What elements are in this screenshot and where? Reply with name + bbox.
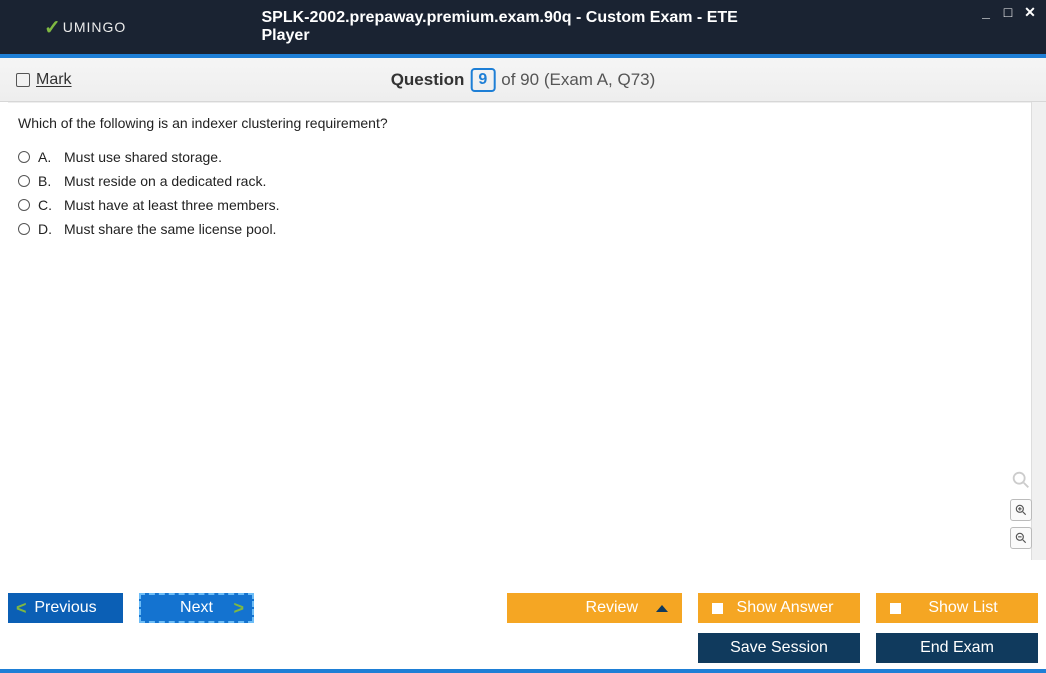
radio-icon[interactable] <box>18 151 30 163</box>
answer-letter: B. <box>38 173 56 189</box>
title-bar: ✓ UMINGO SPLK-2002.prepaway.premium.exam… <box>0 0 1046 54</box>
footer-row-1: < Previous Next > Review Show Answer Sho… <box>8 591 1038 625</box>
radio-icon[interactable] <box>18 199 30 211</box>
previous-button[interactable]: < Previous <box>8 593 123 623</box>
answer-letter: C. <box>38 197 56 213</box>
scrollbar[interactable] <box>1031 102 1046 560</box>
show-answer-button[interactable]: Show Answer <box>698 593 860 623</box>
button-label: End Exam <box>920 639 994 657</box>
answer-text: Must share the same license pool. <box>64 221 276 237</box>
footer: < Previous Next > Review Show Answer Sho… <box>8 591 1038 665</box>
next-button[interactable]: Next > <box>139 593 254 623</box>
question-word: Question <box>391 70 465 90</box>
show-list-button[interactable]: Show List <box>876 593 1038 623</box>
answer-option[interactable]: A. Must use shared storage. <box>18 149 1028 165</box>
radio-icon[interactable] <box>18 175 30 187</box>
question-indicator: Question 9 of 90 (Exam A, Q73) <box>391 68 656 92</box>
mark-checkbox[interactable] <box>16 73 30 87</box>
square-icon <box>890 603 901 614</box>
question-content: Which of the following is an indexer clu… <box>8 102 1038 560</box>
answer-text: Must reside on a dedicated rack. <box>64 173 266 189</box>
question-number: 9 <box>470 68 495 92</box>
triangle-up-icon <box>656 605 668 612</box>
save-session-button[interactable]: Save Session <box>698 633 860 663</box>
close-icon[interactable]: ✕ <box>1022 4 1038 21</box>
button-label: Show List <box>928 599 997 617</box>
footer-row-2: Save Session End Exam <box>8 631 1038 665</box>
button-label: Next <box>180 599 213 617</box>
logo-text: UMINGO <box>63 19 127 35</box>
window-controls: _ □ ✕ <box>978 4 1038 21</box>
answers-list: A. Must use shared storage. B. Must resi… <box>18 149 1028 237</box>
review-button[interactable]: Review <box>507 593 682 623</box>
minimize-icon[interactable]: _ <box>978 4 994 21</box>
logo: ✓ UMINGO <box>44 15 126 40</box>
answer-text: Must have at least three members. <box>64 197 280 213</box>
answer-letter: D. <box>38 221 56 237</box>
answer-text: Must use shared storage. <box>64 149 222 165</box>
question-total: of 90 (Exam A, Q73) <box>501 70 655 90</box>
end-exam-button[interactable]: End Exam <box>876 633 1038 663</box>
answer-option[interactable]: B. Must reside on a dedicated rack. <box>18 173 1028 189</box>
chevron-right-icon: > <box>233 598 244 619</box>
search-icon[interactable] <box>1010 469 1032 491</box>
zoom-out-icon[interactable] <box>1010 527 1032 549</box>
button-label: Save Session <box>730 639 828 657</box>
button-label: Show Answer <box>737 599 834 617</box>
bottom-accent-strip <box>0 669 1046 673</box>
answer-letter: A. <box>38 149 56 165</box>
button-label: Review <box>586 599 638 617</box>
question-text: Which of the following is an indexer clu… <box>18 115 1028 131</box>
zoom-in-icon[interactable] <box>1010 499 1032 521</box>
radio-icon[interactable] <box>18 223 30 235</box>
question-header-bar: Mark Question 9 of 90 (Exam A, Q73) <box>0 58 1046 102</box>
chevron-left-icon: < <box>16 598 27 619</box>
logo-check-icon: ✓ <box>44 15 61 40</box>
mark-label: Mark <box>36 71 72 89</box>
button-label: Previous <box>34 599 96 617</box>
mark-toggle[interactable]: Mark <box>16 71 72 89</box>
answer-option[interactable]: D. Must share the same license pool. <box>18 221 1028 237</box>
square-icon <box>712 603 723 614</box>
maximize-icon[interactable]: □ <box>1000 4 1016 21</box>
zoom-controls <box>1010 469 1032 549</box>
answer-option[interactable]: C. Must have at least three members. <box>18 197 1028 213</box>
window-title: SPLK-2002.prepaway.premium.exam.90q - Cu… <box>262 9 785 45</box>
